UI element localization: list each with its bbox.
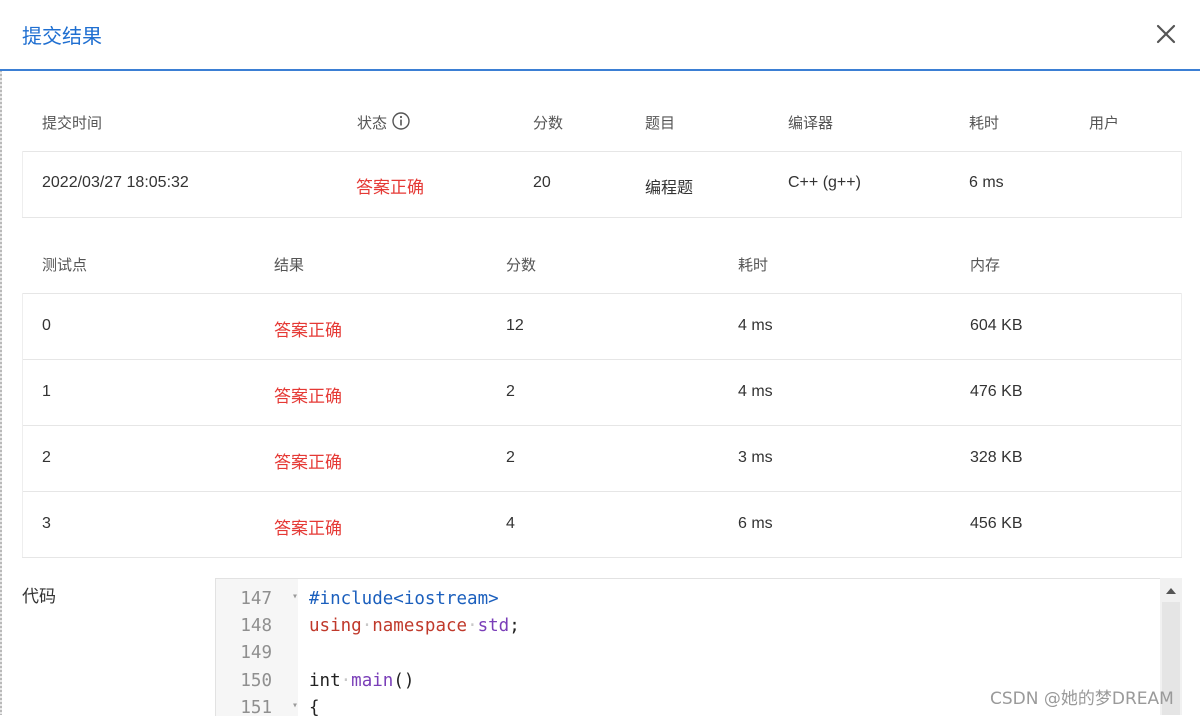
- watermark: CSDN @她的梦DREAM: [990, 689, 1174, 709]
- table-row: 3 答案正确 4 6 ms 456 KB: [22, 515, 1182, 539]
- header-problem: 题目: [645, 114, 676, 132]
- testcase-memory: 604 KB: [970, 317, 1023, 334]
- header-submit-time: 提交时间: [42, 114, 103, 132]
- line-number: 148: [240, 616, 272, 636]
- divider: [22, 151, 1182, 152]
- testcase-time: 3 ms: [738, 449, 773, 466]
- header-tc-time: 耗时: [738, 256, 769, 274]
- header-status: 状态: [357, 114, 388, 132]
- close-icon: [1156, 24, 1176, 44]
- testcase-score: 4: [506, 515, 515, 532]
- submit-time: 2022/03/27 18:05:32: [42, 174, 189, 191]
- table-row: 0 答案正确 12 4 ms 604 KB: [22, 317, 1182, 341]
- divider: [22, 293, 1182, 294]
- testcase-id: 2: [42, 449, 51, 466]
- close-button[interactable]: [1152, 20, 1180, 48]
- code-label: 代码: [22, 587, 56, 607]
- divider: [22, 293, 23, 557]
- divider: [22, 151, 23, 217]
- code-text: using·namespace·std;: [309, 616, 520, 636]
- dialog-title: 提交结果: [22, 24, 102, 48]
- submission-row: 2022/03/27 18:05:32 答案正确 20 编程题 C++ (g++…: [22, 174, 1182, 198]
- testcase-score: 2: [506, 449, 515, 466]
- line-number: 150: [240, 671, 272, 691]
- header-elapsed: 耗时: [969, 114, 1000, 132]
- dialog-header: 提交结果: [0, 0, 1200, 71]
- divider: [22, 359, 1182, 360]
- testcase-id: 3: [42, 515, 51, 532]
- testcase-time: 6 ms: [738, 515, 773, 532]
- divider: [1181, 151, 1182, 217]
- code-text: {: [309, 698, 320, 716]
- code-line: 147 ▾ #include<iostream>: [216, 586, 1161, 613]
- code-line: 149: [216, 640, 1161, 667]
- line-number: 149: [240, 643, 272, 663]
- status-badge: 答案正确: [356, 178, 424, 198]
- divider: [1181, 293, 1182, 557]
- header-user: 用户: [1089, 114, 1120, 132]
- problem-link[interactable]: 编程题: [645, 174, 693, 198]
- code-text: #include<iostream>: [309, 589, 499, 609]
- testcase-memory: 456 KB: [970, 515, 1023, 532]
- info-icon[interactable]: [391, 111, 411, 136]
- table-row: 1 答案正确 2 4 ms 476 KB: [22, 383, 1182, 407]
- testcase-time: 4 ms: [738, 317, 773, 334]
- header-result: 结果: [274, 256, 305, 274]
- testcase-result: 答案正确: [274, 519, 342, 539]
- testcase-result: 答案正确: [274, 321, 342, 341]
- testcase-result: 答案正确: [274, 387, 342, 407]
- code-line: 148 using·namespace·std;: [216, 613, 1161, 640]
- divider: [22, 557, 1182, 558]
- testcase-score: 12: [506, 317, 524, 334]
- compiler-value: C++ (g++): [788, 174, 861, 191]
- divider: [22, 491, 1182, 492]
- header-compiler: 编译器: [788, 114, 834, 132]
- testcase-result: 答案正确: [274, 453, 342, 473]
- chevron-up-icon[interactable]: [1166, 588, 1176, 594]
- divider: [22, 217, 1182, 218]
- fold-toggle-icon[interactable]: ▾: [292, 591, 298, 602]
- header-score: 分数: [533, 114, 564, 132]
- testcase-time: 4 ms: [738, 383, 773, 400]
- testcase-memory: 476 KB: [970, 383, 1023, 400]
- testcase-id: 1: [42, 383, 51, 400]
- testcase-id: 0: [42, 317, 51, 334]
- header-tc-score: 分数: [506, 256, 537, 274]
- submission-score: 20: [533, 174, 551, 191]
- header-testcase: 测试点: [42, 256, 88, 274]
- divider: [22, 425, 1182, 426]
- testcase-score: 2: [506, 383, 515, 400]
- page-left-edge: [0, 70, 2, 715]
- testcase-memory: 328 KB: [970, 449, 1023, 466]
- header-memory: 内存: [970, 256, 1001, 274]
- testcase-header-row: 测试点 结果 分数 耗时 内存: [22, 254, 1182, 274]
- code-text: int·main(): [309, 671, 415, 691]
- fold-toggle-icon[interactable]: ▾: [292, 700, 298, 711]
- line-number: 151: [240, 698, 272, 716]
- submission-header-row: 提交时间 状态 分数 题目 编译器 耗时 用户: [22, 112, 1182, 132]
- line-number: 147: [240, 589, 272, 609]
- table-row: 2 答案正确 2 3 ms 328 KB: [22, 449, 1182, 473]
- elapsed-value: 6 ms: [969, 174, 1004, 191]
